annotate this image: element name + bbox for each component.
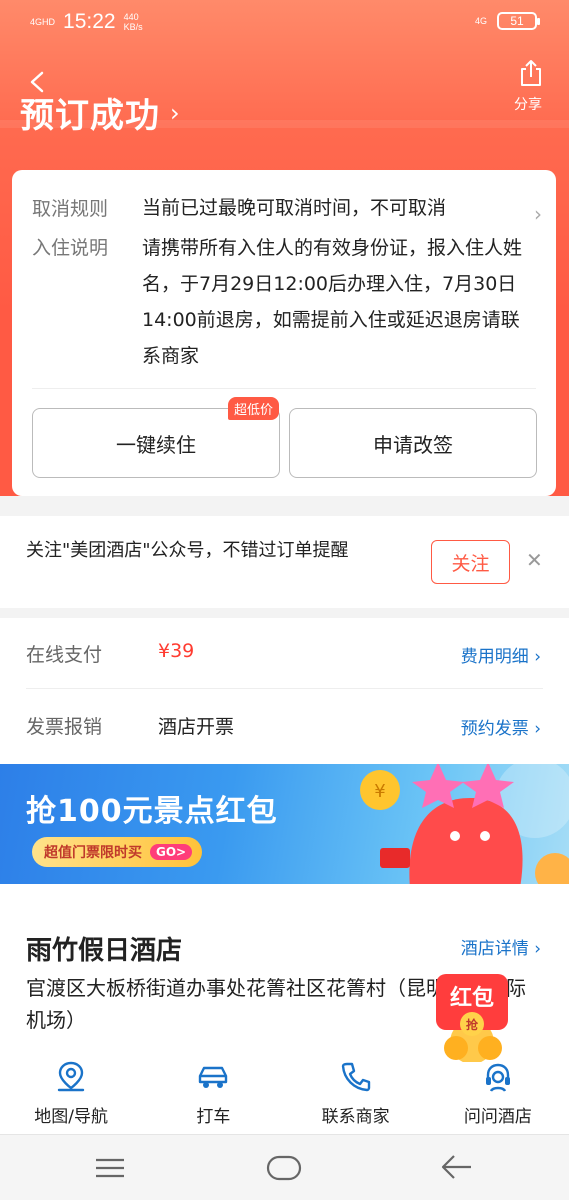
section-gap [0, 608, 569, 618]
checkin-info-label: 入住说明 [32, 237, 109, 259]
invoice-label: 发票报销 [26, 716, 103, 738]
share-icon [521, 60, 541, 86]
section-gap [0, 496, 569, 516]
share-button[interactable]: 分享 [513, 58, 549, 114]
network-speed: 440 KB/s [123, 12, 143, 32]
online-payment-label: 在线支付 [26, 644, 103, 666]
status-time: 15:22 [63, 10, 116, 33]
extend-stay-button[interactable]: 一键续住 超低价 [32, 397, 280, 478]
cancel-rule-row[interactable]: 取消规则 当前已过最晚可取消时间，不可取消 [32, 194, 532, 222]
mascot-illustration: ¥ [360, 764, 569, 884]
order-info-card: 取消规则 当前已过最晚可取消时间，不可取消 › 入住说明 请携带所有入住人的有效… [12, 170, 556, 496]
network-right: 4G [474, 16, 487, 26]
divider [32, 388, 536, 389]
cancel-rule-text: 当前已过最晚可取消时间，不可取消 [142, 197, 447, 219]
menu-icon[interactable] [94, 1157, 126, 1179]
chevron-right-icon[interactable]: › [534, 202, 542, 226]
headset-icon [485, 1063, 510, 1092]
follow-text: 关注"美团酒店"公众号，不错过订单提醒 [26, 540, 349, 561]
checkin-info-row: 入住说明 请携带所有入住人的有效身份证，报入住人姓名，于7月29日12:00后办… [32, 230, 532, 374]
close-icon[interactable]: ✕ [526, 548, 543, 572]
low-price-badge: 超低价 [227, 397, 279, 420]
change-booking-label: 申请改签 [373, 432, 453, 457]
follow-button[interactable]: 关注 [431, 540, 510, 584]
taxi-button[interactable]: 打车 [142, 1060, 284, 1134]
extend-stay-label: 一键续住 [116, 432, 196, 457]
online-payment-row[interactable]: 在线支付 ¥39 费用明细 › [0, 618, 569, 690]
map-pin-icon [57, 1061, 85, 1092]
battery-icon: 51 [497, 12, 540, 30]
car-icon [199, 1066, 228, 1088]
contact-merchant-button[interactable]: 联系商家 [285, 1060, 427, 1134]
book-invoice-link[interactable]: 预约发票 › [461, 714, 541, 739]
red-packet-title: 红包 [449, 986, 494, 1011]
fee-details-link[interactable]: 费用明细 › [461, 642, 541, 667]
network-indicator: 4GHD [30, 17, 56, 27]
status-bar: 4GHD 15:22 440 KB/s 4G 51 [0, 0, 569, 46]
cancel-rule-label: 取消规则 [32, 198, 109, 220]
home-icon[interactable] [266, 1155, 302, 1181]
map-navigation-button[interactable]: 地图/导航 [0, 1060, 142, 1134]
hotel-name: 雨竹假日酒店 [26, 936, 183, 966]
banner-subtitle: 超值门票限时买 GO> [32, 837, 203, 867]
hotel-actions: 地图/导航 打车 联系商家 问问酒店 [0, 1060, 569, 1134]
promo-banner[interactable]: 抢100元景点红包 超值门票限时买 GO> ¥ [0, 764, 569, 884]
action-label: 地图/导航 [34, 1107, 108, 1127]
checkin-info-text: 请携带所有入住人的有效身份证，报入住人姓名，于7月29日12:00后办理入住，7… [142, 237, 523, 367]
change-booking-button[interactable]: 申请改签 [289, 408, 537, 478]
page-title-row[interactable]: 预订成功 › [20, 88, 180, 137]
hotel-details-link[interactable]: 酒店详情 › [461, 934, 541, 959]
action-label: 联系商家 [321, 1107, 390, 1127]
action-label: 问问酒店 [463, 1107, 532, 1127]
follow-prompt: 关注"美团酒店"公众号，不错过订单提醒 关注 ✕ [0, 516, 569, 608]
phone-icon [341, 1062, 370, 1092]
banner-go-badge: GO> [150, 844, 193, 860]
invoice-row[interactable]: 发票报销 酒店开票 预约发票 › [0, 690, 569, 762]
online-payment-amount: ¥39 [158, 640, 195, 662]
banner-title: 抢100元景点红包 [26, 794, 278, 829]
payment-section: 在线支付 ¥39 费用明细 › 发票报销 酒店开票 预约发票 › [0, 618, 569, 762]
red-packet-float[interactable]: 红包 抢 [430, 970, 514, 1064]
chevron-right-icon: › [170, 98, 180, 127]
share-label: 分享 [514, 97, 542, 113]
system-nav-bar [0, 1134, 569, 1200]
red-packet-sub: 抢 [465, 1018, 478, 1032]
invoice-value: 酒店开票 [158, 716, 235, 738]
action-label: 打车 [196, 1107, 231, 1127]
divider [26, 688, 543, 689]
page-title: 预订成功 [20, 96, 160, 136]
svg-text:¥: ¥ [374, 781, 385, 802]
ask-hotel-button[interactable]: 问问酒店 [427, 1060, 569, 1134]
back-arrow-icon[interactable] [440, 1153, 474, 1181]
